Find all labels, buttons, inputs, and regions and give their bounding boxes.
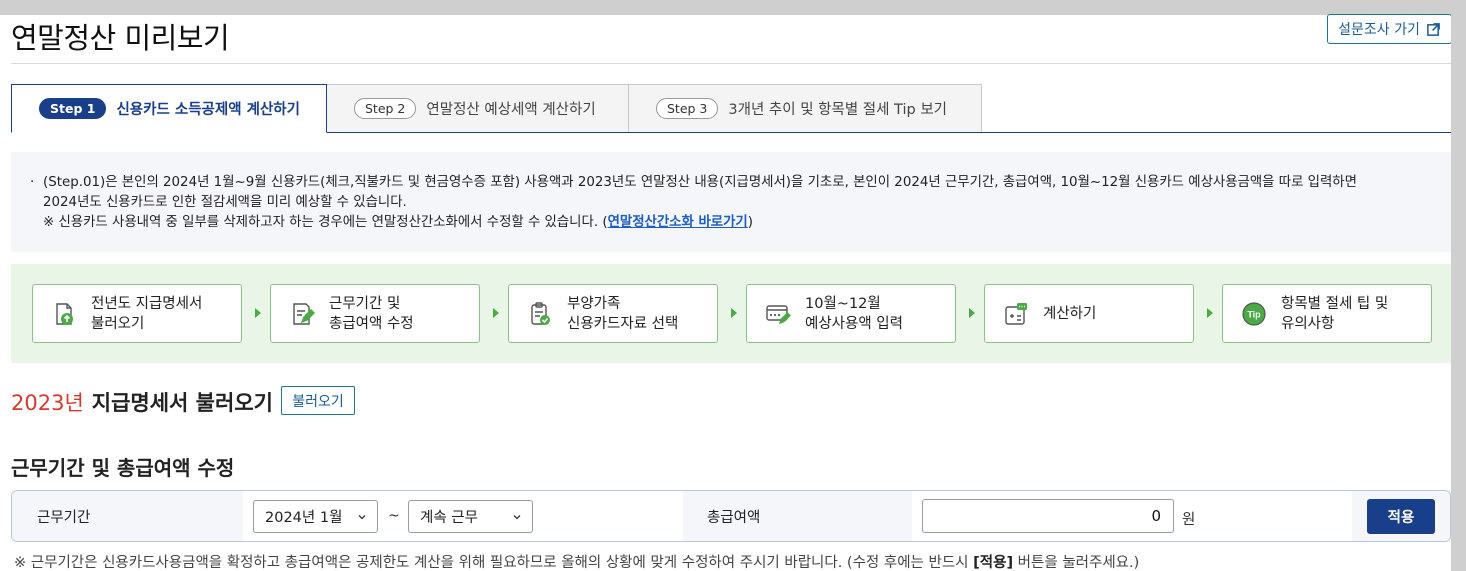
arrow-icon: [731, 308, 737, 318]
simplified-service-link[interactable]: 연말정산간소화 바로가기: [608, 215, 748, 230]
survey-button-label: 설문조사 가기: [1338, 22, 1420, 38]
clipboard-check-icon: [531, 301, 550, 325]
arrow-icon: [493, 308, 499, 318]
tab-label: 연말정산 예상세액 계산하기: [426, 102, 596, 118]
process-line-1: 부양가족: [567, 295, 621, 312]
end-month-value: 계속 근무: [420, 510, 478, 526]
process-step-expected: 10월~12월 예상사용액 입력: [746, 284, 956, 343]
step-pill: Step 2: [354, 98, 417, 119]
tab-step-3[interactable]: Step 3 3개년 추이 및 항목별 절세 Tip 보기: [628, 84, 982, 132]
doc-edit-icon: [293, 302, 315, 325]
footnote-suffix: 버튼을 눌러주세요.): [1013, 555, 1140, 571]
bullet-icon: ·: [30, 175, 35, 190]
tab-step-1[interactable]: Step 1 신용카드 소득공제액 계산하기: [11, 84, 327, 133]
process-line-1: 계산하기: [1043, 305, 1097, 322]
info-notice: · (Step.01)은 본인의 2024년 1월~9월 신용카드(체크,직불카…: [11, 152, 1451, 252]
external-link-icon: [1426, 22, 1440, 36]
notice-line-3-suffix: ): [747, 215, 753, 230]
process-line-2: 예상사용액 입력: [805, 315, 903, 332]
section-title: 지급명세서 불러오기: [91, 391, 273, 415]
process-step-edit: 근무기간 및 총급여액 수정: [270, 284, 480, 343]
page-title: 연말정산 미리보기: [11, 21, 230, 55]
card-edit-icon: [766, 304, 791, 324]
step-pill: Step 1: [39, 98, 107, 119]
footnote-bold: [적용]: [973, 555, 1014, 571]
start-month-select[interactable]: 2024년 1월: [253, 500, 378, 533]
process-text: 10월~12월 예상사용액 입력: [805, 294, 903, 334]
currency-unit: 원: [1182, 512, 1196, 528]
tab-label: 3개년 추이 및 항목별 절세 Tip 보기: [728, 102, 947, 118]
load-button[interactable]: 불러오기: [281, 386, 355, 415]
process-step-calc: 계산하기: [984, 284, 1194, 343]
process-step-dependents: 부양가족 신용카드자료 선택: [508, 284, 718, 343]
end-month-select[interactable]: 계속 근무: [408, 500, 533, 533]
scrollbar-track[interactable]: [1451, 15, 1466, 571]
tab-step-2[interactable]: Step 2 연말정산 예상세액 계산하기: [326, 84, 629, 132]
period-footnote: ※ 근무기간은 신용카드사용금액을 확정하고 총급여액은 공제한도 계산을 위해…: [14, 551, 1139, 571]
period-salary-form: 근무기간 2024년 1월 ~ 계속 근무 총급여액 원 적용: [11, 490, 1451, 542]
step-pill: Step 3: [656, 98, 719, 119]
period-label: 근무기간: [12, 491, 243, 541]
process-text: 부양가족 신용카드자료 선택: [567, 294, 678, 334]
process-text: 전년도 지급명세서 불러오기: [91, 294, 202, 334]
tab-label: 신용카드 소득공제액 계산하기: [116, 102, 300, 118]
process-line-1: 10월~12월: [805, 295, 881, 312]
arrow-icon: [1207, 308, 1213, 318]
arrow-icon: [255, 308, 261, 318]
section-year: 2023년: [11, 391, 84, 415]
process-step-tips: Tip 항목별 절세 팁 및 유의사항: [1222, 284, 1432, 343]
doc-upload-icon: [56, 302, 73, 325]
process-text: 항목별 절세 팁 및 유의사항: [1281, 294, 1388, 334]
range-tilde: ~: [388, 508, 400, 524]
start-month-value: 2024년 1월: [265, 510, 343, 526]
process-flow: 전년도 지급명세서 불러오기 근무기간 및 총급여액 수정 부양가족 신용카드자…: [11, 264, 1451, 363]
arrow-icon: [969, 308, 975, 318]
footnote-prefix: ※ 근무기간은 신용카드사용금액을 확정하고 총급여액은 공제한도 계산을 위해…: [14, 555, 974, 571]
process-text: 근무기간 및 총급여액 수정: [329, 294, 414, 334]
process-line-2: 신용카드자료 선택: [567, 315, 679, 332]
header-divider: [11, 63, 1451, 64]
process-line-2: 불러오기: [91, 315, 145, 332]
notice-line-2: 2024년도 신용카드로 인한 절감세액을 미리 예상할 수 있습니다.: [43, 195, 407, 210]
notice-line-1: (Step.01)은 본인의 2024년 1월~9월 신용카드(체크,직불카드 …: [43, 175, 1357, 190]
tip-icon: Tip: [1242, 301, 1266, 326]
step-tabs: Step 1 신용카드 소득공제액 계산하기 Step 2 연말정산 예상세액 …: [11, 84, 1451, 133]
process-line-1: 근무기간 및: [329, 295, 401, 312]
svg-text:Tip: Tip: [1247, 309, 1261, 319]
notice-line-3-prefix: ※ 신용카드 사용내역 중 일부를 삭제하고자 하는 경우에는 연말정산간소화에…: [43, 215, 608, 230]
chevron-down-icon: [358, 515, 366, 520]
section-load-title: 2023년 지급명세서 불러오기: [11, 387, 273, 417]
notice-line-3: ※ 신용카드 사용내역 중 일부를 삭제하고자 하는 경우에는 연말정산간소화에…: [31, 213, 1431, 233]
chevron-down-icon: [513, 515, 521, 520]
process-line-2: 유의사항: [1281, 315, 1335, 332]
process-line-2: 총급여액 수정: [329, 315, 414, 332]
process-line-1: 전년도 지급명세서: [91, 295, 203, 312]
process-step-load: 전년도 지급명세서 불러오기: [32, 284, 242, 343]
page: 연말정산 미리보기 설문조사 가기 Step 1 신용카드 소득공제액 계산하기…: [0, 14, 1452, 571]
apply-button[interactable]: 적용: [1367, 499, 1435, 534]
survey-button[interactable]: 설문조사 가기: [1327, 14, 1452, 44]
calculator-icon: [1005, 302, 1027, 325]
process-line-1: 항목별 절세 팁 및: [1281, 295, 1389, 312]
salary-input[interactable]: [922, 499, 1174, 533]
salary-label: 총급여액: [683, 491, 912, 541]
process-text: 계산하기: [1043, 304, 1096, 324]
section-edit-title: 근무기간 및 총급여액 수정: [11, 456, 235, 480]
